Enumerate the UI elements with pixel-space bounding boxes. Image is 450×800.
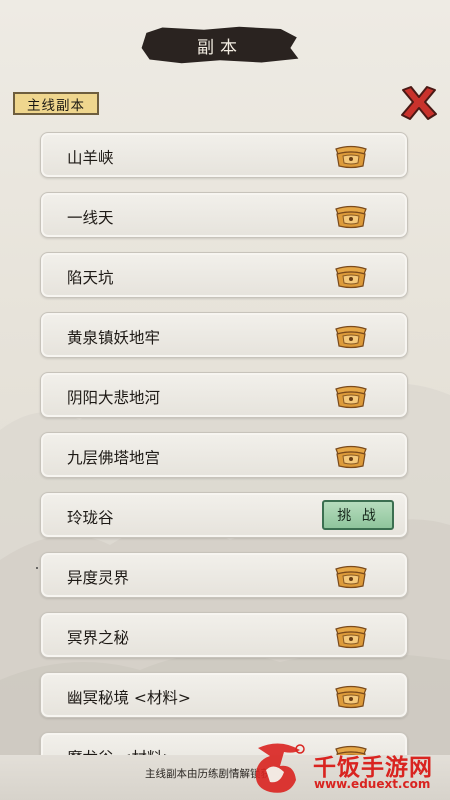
padlock-icon [335, 145, 367, 169]
close-button[interactable] [399, 84, 439, 122]
dungeon-name: 玲珑谷 [67, 509, 114, 527]
dungeon-name: 黄泉镇妖地牢 [67, 329, 161, 347]
tab-label: 主线副本 [27, 97, 85, 114]
dungeon-row[interactable]: 冥界之秘 [40, 612, 408, 658]
page-title: 副本 [197, 37, 243, 58]
padlock-icon [335, 565, 367, 589]
dungeon-row[interactable]: 异度灵界 [40, 552, 408, 598]
padlock-icon [335, 445, 367, 469]
padlock-icon [335, 385, 367, 409]
padlock-icon [335, 205, 367, 229]
dungeon-row[interactable]: 一线天 [40, 192, 408, 238]
dungeon-row[interactable]: 幽冥秘境 <材料> [40, 672, 408, 718]
watermark-logo-icon [255, 743, 305, 793]
dungeon-row[interactable]: 山羊峡 [40, 132, 408, 178]
dungeon-name: 一线天 [67, 209, 114, 227]
decoration-dot [36, 567, 38, 569]
watermark-url: www.eduext.com [314, 777, 431, 791]
challenge-button[interactable]: 挑 战 [322, 500, 394, 530]
dungeon-name: 山羊峡 [67, 149, 114, 167]
padlock-icon [335, 685, 367, 709]
padlock-icon [335, 265, 367, 289]
dungeon-name: 冥界之秘 [67, 629, 130, 647]
close-x-icon [401, 86, 437, 120]
dungeon-list-viewport[interactable]: 山羊峡一线天陷天坑黄泉镇妖地牢 阴阳大悲地河 九层佛塔地宫 玲珑谷 挑 战异度灵界冥界之… [0, 126, 450, 755]
dungeon-name: 九层佛塔地宫 [67, 449, 161, 467]
tab-main-story-dungeons[interactable]: 主线副本 [13, 92, 99, 115]
dungeon-row[interactable]: 黄泉镇妖地牢 [40, 312, 408, 358]
dungeon-name: 幽冥秘境 <材料> [67, 689, 191, 707]
title-banner: 副本 [141, 26, 299, 64]
dungeon-row[interactable]: 阴阳大悲地河 [40, 372, 408, 418]
dungeon-row[interactable]: 九层佛塔地宫 [40, 432, 408, 478]
dungeon-name: 魔龙谷 <材料> [67, 746, 175, 755]
padlock-icon [335, 625, 367, 649]
padlock-icon [335, 325, 367, 349]
dungeon-name: 陷天坑 [67, 269, 114, 287]
dungeon-name: 异度灵界 [67, 569, 130, 587]
dungeon-row[interactable]: 玲珑谷 挑 战 [40, 492, 408, 538]
dungeon-name: 阴阳大悲地河 [67, 389, 161, 407]
dungeon-row[interactable]: 陷天坑 [40, 252, 408, 298]
